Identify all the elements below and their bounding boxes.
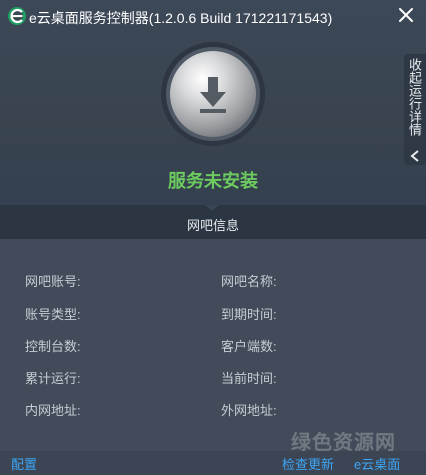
field-label: 内网地址: bbox=[25, 403, 81, 418]
field-label: 网吧账号: bbox=[25, 274, 81, 289]
field-label: 当前时间: bbox=[221, 371, 277, 386]
current-time-field: 当前时间: bbox=[221, 368, 281, 387]
collapse-details-tab[interactable]: 收起运行详情 bbox=[404, 54, 426, 165]
section-notch bbox=[205, 205, 219, 211]
netbar-account-field: 网吧账号: bbox=[25, 271, 85, 290]
total-runtime-field: 累计运行: bbox=[25, 368, 85, 387]
window-title: e云桌面服务控制器(1.2.0.6 Build 171221171543) bbox=[29, 10, 333, 26]
field-label: 累计运行: bbox=[25, 371, 81, 386]
field-label: 控制台数: bbox=[25, 339, 81, 354]
app-window: e云桌面服务控制器(1.2.0.6 Build 171221171543) 服务… bbox=[0, 0, 426, 475]
header-panel: e云桌面服务控制器(1.2.0.6 Build 171221171543) 服务… bbox=[0, 0, 426, 205]
client-count-field: 客户端数: bbox=[221, 336, 281, 355]
chevron-left-icon bbox=[410, 149, 420, 162]
field-label: 到期时间: bbox=[221, 307, 277, 322]
footer-bar: 配置 检查更新 e云桌面 bbox=[0, 451, 426, 475]
title-bar: e云桌面服务控制器(1.2.0.6 Build 171221171543) bbox=[0, 0, 426, 32]
close-icon bbox=[399, 8, 413, 22]
field-label: 外网地址: bbox=[221, 403, 277, 418]
collapse-details-label: 收起运行详情 bbox=[407, 58, 422, 136]
field-label: 账号类型: bbox=[25, 307, 81, 322]
close-button[interactable] bbox=[394, 3, 418, 27]
install-service-button[interactable] bbox=[160, 41, 266, 147]
account-type-field: 账号类型: bbox=[25, 304, 85, 323]
netbar-info-panel: 网吧账号: 账号类型: 控制台数: 累计运行: 内网地址: 网吧名称: 到期时间… bbox=[0, 239, 426, 451]
service-status: 服务未安装 bbox=[168, 171, 258, 191]
wan-address-field: 外网地址: bbox=[221, 400, 281, 419]
netbar-info-title: 网吧信息 bbox=[186, 218, 239, 233]
netbar-info-header: 网吧信息 bbox=[0, 205, 426, 239]
lan-address-field: 内网地址: bbox=[25, 400, 85, 419]
netbar-name-field: 网吧名称: bbox=[221, 271, 281, 290]
e-cloud-logo-icon bbox=[7, 6, 27, 26]
expiry-time-field: 到期时间: bbox=[221, 304, 281, 323]
check-update-link[interactable]: 检查更新 bbox=[282, 454, 334, 473]
console-count-field: 控制台数: bbox=[25, 336, 85, 355]
field-label: 网吧名称: bbox=[221, 274, 277, 289]
ecloud-desktop-link[interactable]: e云桌面 bbox=[354, 454, 400, 473]
field-label: 客户端数: bbox=[221, 339, 277, 354]
config-link[interactable]: 配置 bbox=[11, 454, 37, 473]
